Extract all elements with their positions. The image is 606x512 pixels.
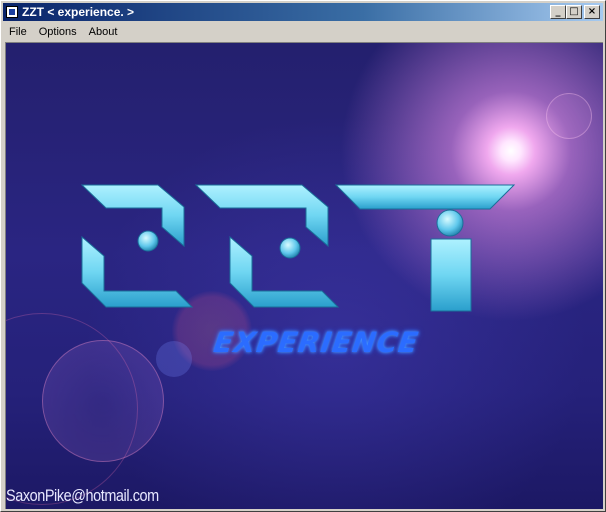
app-icon[interactable]: [6, 6, 18, 18]
letter-z-1: [80, 184, 194, 308]
minimize-button[interactable]: _: [550, 5, 566, 19]
title-bar[interactable]: ZZT < experience. > _ □ ×: [3, 3, 603, 21]
app-window: ZZT < experience. > _ □ × File Options A…: [0, 0, 606, 512]
maximize-button[interactable]: □: [566, 5, 582, 19]
menu-file[interactable]: File: [3, 26, 33, 38]
author-email: SaxonPike@hotmail.com: [6, 486, 159, 505]
letter-t: [334, 184, 516, 312]
splash-canvas: experience SaxonPike@hotmail.com: [5, 42, 603, 509]
menu-options[interactable]: Options: [33, 26, 83, 38]
letter-z-2: [194, 184, 340, 308]
experience-subtitle: experience: [211, 326, 421, 359]
menu-about[interactable]: About: [83, 26, 124, 38]
zzt-logo: [80, 184, 516, 312]
close-button[interactable]: ×: [584, 5, 600, 19]
window-controls: _ □ ×: [550, 5, 600, 19]
menu-bar: File Options About: [3, 22, 603, 41]
window-title: ZZT < experience. >: [22, 5, 135, 19]
